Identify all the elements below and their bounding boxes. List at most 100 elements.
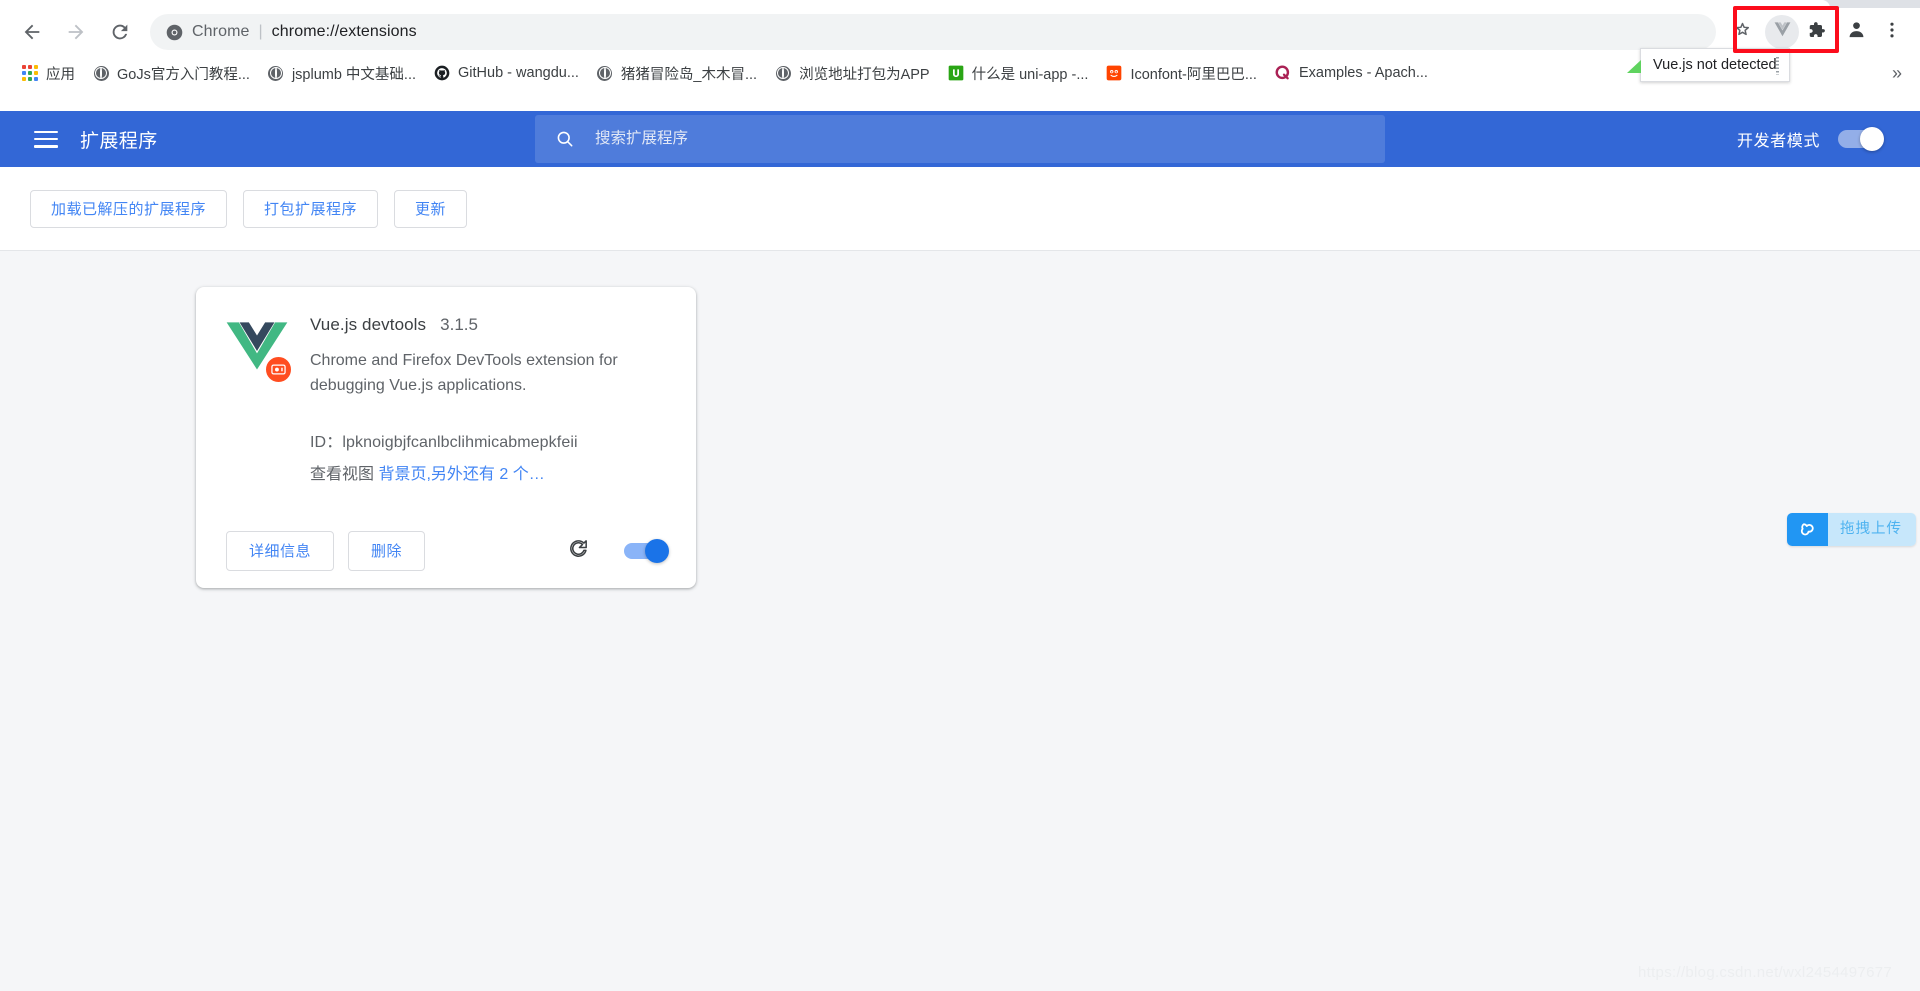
- active-tab[interactable]: [0, 0, 1830, 8]
- uniapp-icon: [948, 65, 964, 81]
- inspect-views-label: 查看视图: [310, 466, 374, 483]
- apps-grid-icon: [22, 65, 38, 81]
- extension-id-label: ID：: [310, 434, 342, 451]
- extensions-card-grid: Vue.js devtools 3.1.5 Chrome and Firefox…: [0, 251, 1920, 588]
- search-extensions-box[interactable]: [535, 115, 1385, 163]
- back-button[interactable]: [14, 14, 50, 50]
- bookmark-echarts-examples[interactable]: Examples - Apach...: [1267, 59, 1436, 87]
- bookmark-label: Examples - Apach...: [1299, 65, 1428, 81]
- bookmark-label: Iconfont-阿里巴巴...: [1130, 63, 1257, 84]
- account-avatar-icon: [1845, 18, 1868, 46]
- camera-badge-icon: [264, 355, 293, 384]
- tooltip-text: Vue.js not detected: [1653, 57, 1777, 73]
- developer-toolbar: 加载已解压的扩展程序 打包扩展程序 更新: [0, 167, 1920, 251]
- extension-card-footer-right: [567, 537, 666, 565]
- omnibox-separator: |: [259, 23, 263, 41]
- bookmark-github[interactable]: GitHub - wangdu...: [426, 59, 587, 87]
- extension-views: 查看视图 背景页,另外还有 2 个…: [310, 460, 650, 484]
- page-title: 扩展程序: [80, 126, 158, 153]
- bookmark-label: GitHub - wangdu...: [458, 65, 579, 81]
- pack-extension-button[interactable]: 打包扩展程序: [243, 190, 378, 228]
- bookmark-zhuzhu[interactable]: 猪猪冒险岛_木木冒...: [589, 59, 765, 87]
- browser-chrome: Chrome | chrome://extensions: [0, 0, 1920, 111]
- chrome-icon: [166, 24, 183, 41]
- developer-mode-control: 开发者模式: [1737, 127, 1896, 151]
- bookmark-iconfont[interactable]: Iconfont-阿里巴巴...: [1098, 59, 1265, 87]
- drag-upload-widget[interactable]: 拖拽上传: [1787, 513, 1916, 546]
- load-unpacked-button[interactable]: 加载已解压的扩展程序: [30, 190, 227, 228]
- toolbar-actions: [1724, 14, 1920, 50]
- watermark: https://blog.csdn.net/wxl2454497677: [1638, 964, 1892, 981]
- toggle-knob: [1860, 127, 1884, 151]
- omnibox-url: chrome://extensions: [272, 23, 417, 41]
- vue-logo-icon: [226, 319, 288, 381]
- chrome-menu-button[interactable]: [1874, 14, 1910, 50]
- developer-mode-toggle[interactable]: [1838, 130, 1882, 148]
- extension-version: 3.1.5: [440, 315, 478, 335]
- hamburger-menu-icon[interactable]: [34, 131, 58, 148]
- baidu-netdisk-icon: [1787, 513, 1828, 546]
- address-bar[interactable]: Chrome | chrome://extensions: [150, 14, 1716, 50]
- extensions-menu-button[interactable]: [1799, 15, 1833, 49]
- bookmark-star-button[interactable]: [1724, 14, 1760, 50]
- update-button[interactable]: 更新: [394, 190, 467, 228]
- globe-icon: [268, 65, 284, 81]
- three-dot-menu-icon: [1882, 20, 1902, 45]
- extension-id: ID：lpknoigbjfcanlbclihmicabmepkfeii: [310, 428, 650, 452]
- reload-button[interactable]: [102, 14, 138, 50]
- globe-icon: [597, 65, 613, 81]
- star-icon: [1732, 19, 1753, 45]
- developer-mode-label: 开发者模式: [1737, 127, 1820, 151]
- tab-strip: [0, 0, 1920, 8]
- extensions-page: 扩展程序 开发者模式 加载已解压的扩展程序 打包扩展程序 更新: [0, 111, 1920, 991]
- remove-button[interactable]: 删除: [348, 531, 425, 571]
- bookmark-label: GoJs官方入门教程...: [117, 63, 250, 84]
- globe-icon: [775, 65, 791, 81]
- vue-devtools-action-button[interactable]: [1765, 15, 1799, 49]
- bookmark-apps[interactable]: 应用: [14, 59, 83, 87]
- tooltip-grip-icon: [1776, 57, 1779, 75]
- extension-card-info: Vue.js devtools 3.1.5 Chrome and Firefox…: [310, 315, 650, 484]
- tooltip-arrow-icon: [1627, 60, 1641, 73]
- search-icon: [555, 129, 575, 149]
- toggle-knob: [645, 539, 669, 563]
- extension-name: Vue.js devtools: [310, 315, 426, 335]
- bookmark-label: 什么是 uni-app -...: [972, 63, 1089, 84]
- inspect-views-link[interactable]: 背景页,另外还有 2 个…: [378, 466, 544, 483]
- bookmark-url-to-app[interactable]: 浏览地址打包为APP: [767, 59, 938, 87]
- extensions-header: 扩展程序 开发者模式: [0, 111, 1920, 167]
- extension-title-row: Vue.js devtools 3.1.5: [310, 315, 650, 335]
- bookmark-label: 应用: [46, 63, 75, 84]
- globe-icon: [93, 65, 109, 81]
- browser-toolbar: Chrome | chrome://extensions: [0, 8, 1920, 56]
- profile-button[interactable]: [1838, 14, 1874, 50]
- extension-id-value: lpknoigbjfcanlbclihmicabmepkfeii: [342, 434, 577, 451]
- extension-description: Chrome and Firefox DevTools extension fo…: [310, 348, 650, 399]
- bookmark-uniapp[interactable]: 什么是 uni-app -...: [940, 59, 1097, 87]
- vue-extension-tooltip: Vue.js not detected: [1640, 48, 1790, 82]
- search-input[interactable]: [593, 129, 1297, 149]
- extension-card-footer: 详细信息 删除: [196, 514, 696, 588]
- arrow-right-icon: [65, 21, 87, 43]
- bookmark-gojs[interactable]: GoJs官方入门教程...: [85, 59, 258, 87]
- details-button[interactable]: 详细信息: [226, 531, 334, 571]
- extension-card: Vue.js devtools 3.1.5 Chrome and Firefox…: [196, 287, 696, 588]
- omnibox-scheme-label: Chrome: [192, 23, 250, 41]
- bookmark-label: 猪猪冒险岛_木木冒...: [621, 63, 757, 84]
- iconfont-icon: [1106, 65, 1122, 81]
- bookmark-label: jsplumb 中文基础...: [292, 63, 416, 84]
- vue-devtools-icon: [1773, 20, 1792, 44]
- bookmark-label: 浏览地址打包为APP: [799, 63, 930, 84]
- extension-enabled-toggle[interactable]: [624, 543, 666, 559]
- echarts-icon: [1275, 65, 1291, 81]
- bookmarks-overflow-button[interactable]: »: [1892, 64, 1902, 82]
- puzzle-piece-icon: [1806, 20, 1826, 45]
- extensions-pill: [1763, 15, 1835, 49]
- github-icon: [434, 65, 450, 81]
- arrow-left-icon: [21, 21, 43, 43]
- bookmark-jsplumb[interactable]: jsplumb 中文基础...: [260, 59, 424, 87]
- drag-upload-label: 拖拽上传: [1828, 513, 1916, 546]
- reload-icon[interactable]: [567, 537, 590, 565]
- forward-button[interactable]: [58, 14, 94, 50]
- reload-icon: [109, 21, 131, 43]
